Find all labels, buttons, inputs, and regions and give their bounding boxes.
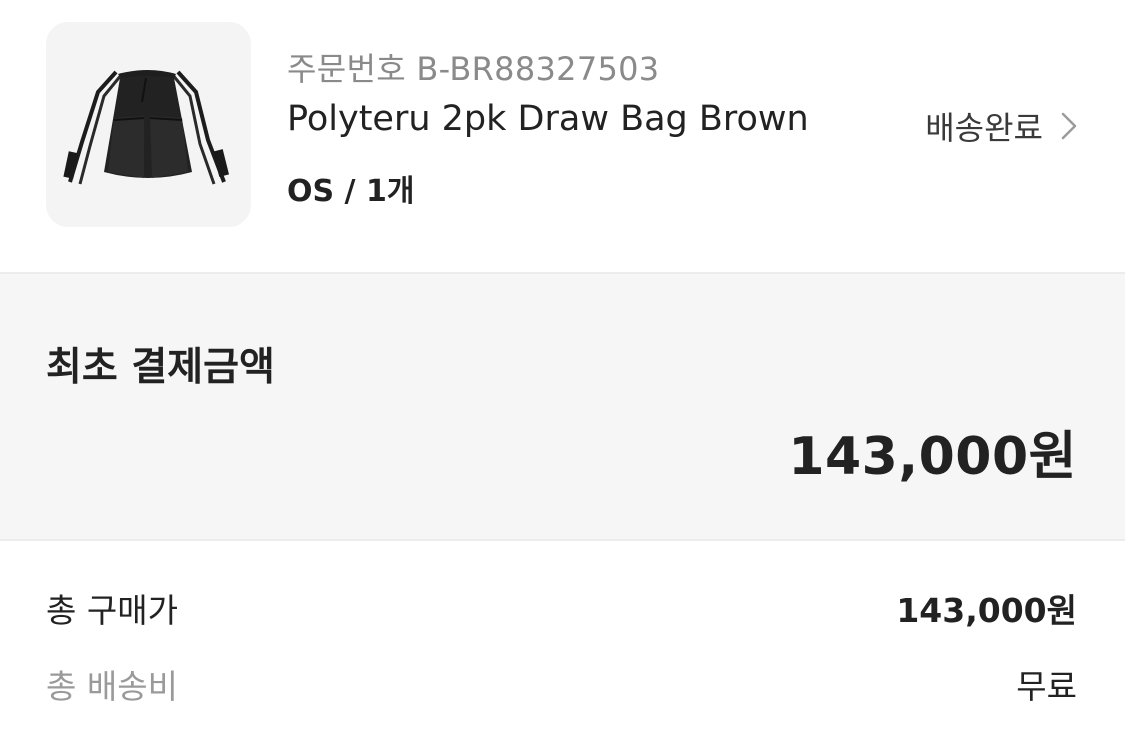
initial-payment-section: 최초 결제금액 143,000원 <box>0 274 1125 539</box>
summary-value: 143,000원 <box>896 591 1077 630</box>
section-divider <box>0 539 1125 541</box>
summary-row-shipping-fee: 총 배송비 무료 <box>46 660 1077 708</box>
order-number: 주문번호 B-BR88327503 <box>287 50 660 88</box>
payment-amount: 143,000원 <box>788 427 1077 487</box>
summary-label: 총 구매가 <box>46 591 178 630</box>
summary-row-total-price: 총 구매가 143,000원 <box>46 584 1077 632</box>
summary-value: 무료 <box>1016 667 1077 706</box>
order-item-card[interactable]: 주문번호 B-BR88327503 Polyteru 2pk Draw Bag … <box>0 0 1125 272</box>
product-option: OS / 1개 <box>287 174 415 209</box>
backpack-image <box>63 70 229 185</box>
product-name[interactable]: Polyteru 2pk Draw Bag Brown <box>287 99 809 139</box>
chevron-right-icon <box>1061 112 1077 140</box>
product-thumbnail[interactable] <box>46 22 251 227</box>
delivery-status-link[interactable]: 배송완료 <box>925 103 1079 149</box>
delivery-status-label: 배송완료 <box>925 109 1043 147</box>
payment-title: 최초 결제금액 <box>46 345 275 390</box>
summary-label: 총 배송비 <box>46 667 178 706</box>
